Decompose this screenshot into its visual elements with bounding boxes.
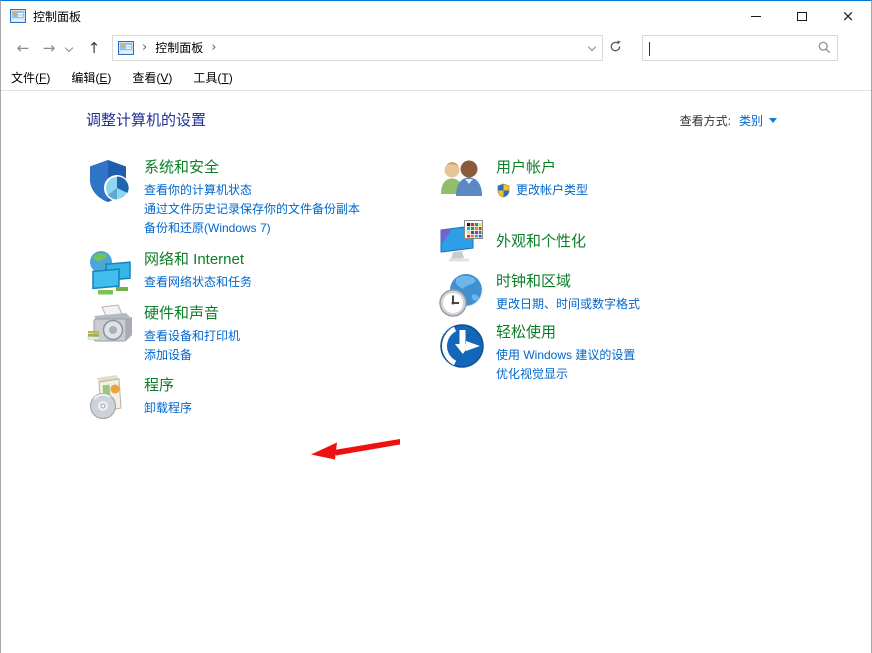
navigation-bar: ← → ↑ › 控制面板 › — [1, 31, 871, 64]
network-internet-icon[interactable] — [86, 249, 134, 297]
category-appearance-personalization: 外观和个性化 — [438, 217, 778, 265]
view-by-control: 查看方式: 类别 — [680, 112, 777, 129]
menu-tools[interactable]: 工具(T) — [193, 69, 232, 86]
minimize-button[interactable] — [733, 1, 779, 31]
back-icon: ← — [17, 39, 30, 57]
window-controls: × — [733, 1, 871, 31]
titlebar: 控制面板 × — [1, 1, 871, 31]
category-title-appearance[interactable]: 外观和个性化 — [496, 232, 586, 252]
link-backup-restore-win7[interactable]: 备份和还原(Windows 7) — [144, 219, 360, 238]
control-panel-window: 控制面板 × ← → ↑ › 控制面板 › — [0, 0, 872, 653]
address-bar-tail — [582, 36, 627, 60]
category-title-ease-of-access[interactable]: 轻松使用 — [496, 323, 556, 343]
text-caret — [649, 42, 650, 56]
category-hardware-sound: 硬件和声音 查看设备和打印机 添加设备 — [86, 303, 434, 365]
maximize-icon — [797, 12, 807, 21]
menu-bar: 文件(F) 编辑(E) 查看(V) 工具(T) — [1, 64, 871, 91]
link-view-devices-printers[interactable]: 查看设备和打印机 — [144, 327, 240, 346]
link-uninstall-program[interactable]: 卸载程序 — [144, 399, 192, 418]
chevron-down-icon — [588, 42, 596, 50]
view-by-label: 查看方式: — [680, 112, 731, 129]
category-title-clock-region[interactable]: 时钟和区域 — [496, 272, 571, 292]
uac-shield-icon — [496, 183, 511, 198]
programs-cd-icon[interactable] — [86, 375, 134, 423]
category-clock-region: 时钟和区域 更改日期、时间或数字格式 — [438, 271, 778, 319]
window-title: 控制面板 — [33, 8, 81, 25]
menu-edit[interactable]: 编辑(E) — [71, 69, 111, 86]
menu-view[interactable]: 查看(V) — [132, 69, 172, 86]
control-panel-icon — [118, 40, 134, 56]
ease-of-access-icon[interactable] — [438, 322, 486, 370]
triangle-down-icon — [769, 118, 777, 123]
security-shield-icon[interactable] — [86, 157, 134, 205]
category-title-network-internet[interactable]: 网络和 Internet — [144, 250, 244, 270]
control-panel-icon — [10, 8, 26, 24]
category-title-user-accounts[interactable]: 用户帐户 — [496, 158, 556, 178]
user-accounts-icon[interactable] — [438, 157, 486, 205]
page-title: 调整计算机的设置 — [86, 109, 206, 130]
breadcrumb-control-panel[interactable]: 控制面板 — [155, 39, 203, 56]
address-bar[interactable]: › 控制面板 › — [112, 35, 628, 61]
recent-pages-button[interactable] — [62, 35, 80, 61]
breadcrumb-separator-icon: › — [142, 40, 147, 55]
close-icon: × — [842, 9, 855, 24]
back-button[interactable]: ← — [10, 35, 36, 61]
category-title-programs[interactable]: 程序 — [144, 376, 174, 396]
link-suggested-settings[interactable]: 使用 Windows 建议的设置 — [496, 346, 635, 365]
main-content: 调整计算机的设置 查看方式: 类别 系统和安全 查 — [1, 91, 871, 653]
refresh-icon — [609, 40, 622, 56]
forward-icon: → — [43, 39, 56, 57]
category-programs: 程序 卸载程序 — [86, 375, 434, 423]
search-input[interactable] — [643, 37, 811, 59]
search-box — [642, 35, 838, 61]
category-ease-of-access: 轻松使用 使用 Windows 建议的设置 优化视觉显示 — [438, 322, 778, 384]
refresh-button[interactable] — [602, 35, 628, 61]
link-file-history-backup[interactable]: 通过文件历史记录保存你的文件备份副本 — [144, 200, 360, 219]
link-change-date-time-formats[interactable]: 更改日期、时间或数字格式 — [496, 295, 640, 314]
forward-button[interactable]: → — [36, 35, 62, 61]
minimize-icon — [751, 16, 761, 17]
link-optimize-visual-display[interactable]: 优化视觉显示 — [496, 365, 635, 384]
menu-file[interactable]: 文件(F) — [11, 69, 50, 86]
link-view-network-status[interactable]: 查看网络状态和任务 — [144, 273, 252, 292]
clock-region-icon[interactable] — [438, 271, 486, 319]
link-add-device[interactable]: 添加设备 — [144, 346, 240, 365]
hardware-sound-icon[interactable] — [86, 303, 134, 351]
search-icon[interactable] — [811, 41, 837, 54]
category-user-accounts: 用户帐户 更改帐户类型 — [438, 157, 778, 205]
category-column-right: 用户帐户 更改帐户类型 — [438, 157, 778, 384]
close-button[interactable]: × — [825, 1, 871, 31]
category-title-hardware-sound[interactable]: 硬件和声音 — [144, 304, 219, 324]
appearance-personalization-icon[interactable] — [438, 217, 486, 265]
red-annotation-arrow — [308, 437, 403, 463]
view-by-dropdown[interactable]: 类别 — [739, 112, 777, 129]
link-change-account-type[interactable]: 更改帐户类型 — [516, 181, 588, 200]
category-system-security: 系统和安全 查看你的计算机状态 通过文件历史记录保存你的文件备份副本 备份和还原… — [86, 157, 434, 238]
breadcrumb-separator-icon: › — [211, 40, 216, 55]
address-dropdown-button[interactable] — [582, 36, 602, 60]
up-button[interactable]: ↑ — [80, 35, 108, 61]
chevron-down-icon — [65, 43, 73, 51]
up-icon: ↑ — [88, 39, 101, 57]
category-network-internet: 网络和 Internet 查看网络状态和任务 — [86, 249, 434, 297]
category-title-system-security[interactable]: 系统和安全 — [144, 158, 219, 178]
maximize-button[interactable] — [779, 1, 825, 31]
link-view-computer-status[interactable]: 查看你的计算机状态 — [144, 181, 360, 200]
category-column-left: 系统和安全 查看你的计算机状态 通过文件历史记录保存你的文件备份副本 备份和还原… — [86, 157, 434, 423]
